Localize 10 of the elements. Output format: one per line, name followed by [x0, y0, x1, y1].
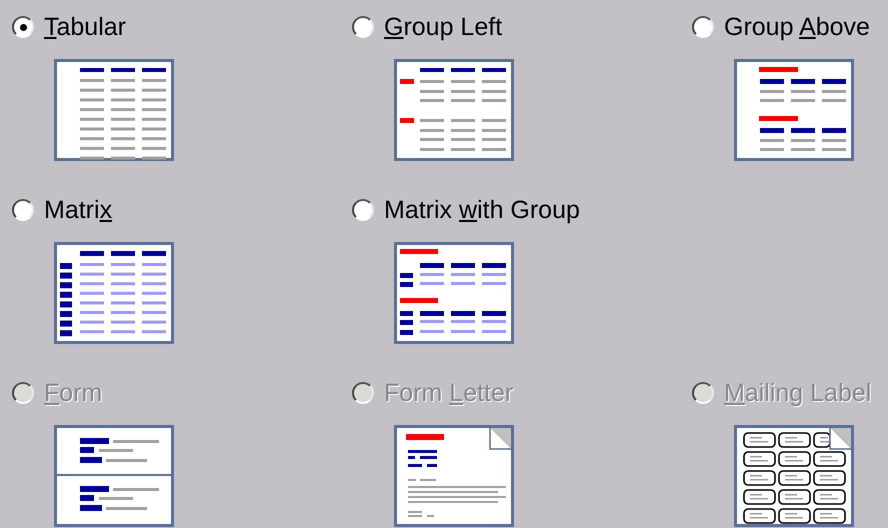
radio-button[interactable] — [352, 199, 374, 221]
option-label[interactable]: Group Left — [384, 12, 502, 42]
option-label[interactable]: Group Above — [724, 12, 870, 42]
option-label[interactable]: Matrix with Group — [384, 196, 580, 224]
radio-button[interactable] — [352, 16, 374, 38]
radio-button[interactable] — [12, 16, 34, 38]
radio-button[interactable] — [12, 199, 34, 221]
option-label[interactable]: Matrix — [44, 196, 112, 224]
radio-button[interactable] — [692, 16, 714, 38]
option-label[interactable]: Tabular — [44, 12, 126, 42]
